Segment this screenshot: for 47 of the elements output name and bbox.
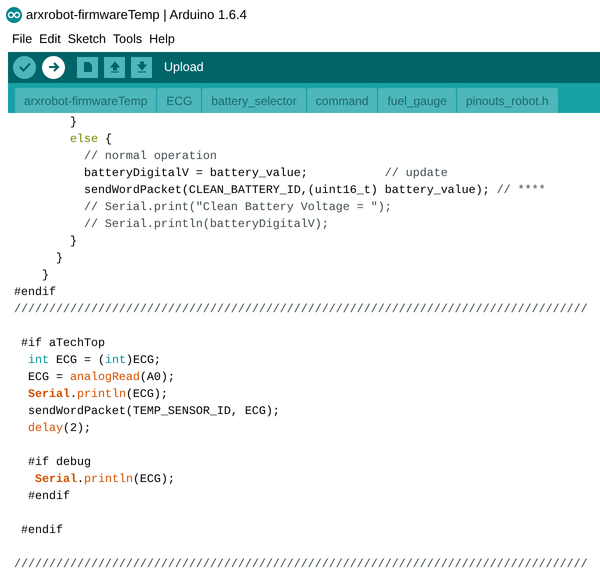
code-line: batteryDigitalV = battery_value; // update [82,165,448,182]
arrow-right-icon [48,62,60,72]
file-tab[interactable]: fuel_gauge [378,88,456,114]
document-icon [82,61,92,74]
menu-item[interactable]: Sketch [68,30,106,50]
arrow-down-icon [136,61,148,74]
window-title: arxrobot-firmwareTemp | Arduino 1.6.4 [26,6,247,24]
file-tab[interactable]: command [306,88,378,114]
code-line: } [68,114,77,132]
verify-button[interactable] [13,56,36,79]
file-tab[interactable]: battery_selector [202,88,306,114]
arrow-up-icon [108,61,120,74]
code-line: #endif [20,522,63,540]
file-tab[interactable]: ECG [157,88,202,114]
code-line: Serial.println(ECG); [34,471,175,488]
new-button[interactable] [77,56,98,78]
menu-item[interactable]: Edit [39,30,61,50]
file-tab[interactable]: arxrobot-firmwareTemp [15,88,156,114]
code-line: delay(2); [26,420,91,438]
code-line: ////////////////////////////////////////////////////////////////////////////////// [14,556,588,573]
code-line: #endif [14,284,56,302]
code-line: } [54,250,63,268]
menu-item[interactable]: File [12,30,32,50]
code-line: } [68,233,77,250]
code-line: ECG = analogRead(A0); [26,369,175,386]
code-line: else { [68,131,112,148]
code-line: ////////////////////////////////////////////////////////////////////////////////// [14,301,588,318]
code-line: int ECG = (int)ECG; [26,352,161,370]
file-tab[interactable]: pinouts_robot.h [456,88,558,114]
code-line: // Serial.println(batteryDigitalV); [82,216,329,234]
open-button[interactable] [104,56,125,78]
app-logo-icon [6,6,22,23]
upload-button[interactable] [42,56,65,79]
code-line: #if debug [26,454,91,472]
menu-item[interactable]: Tools [112,30,142,50]
code-line: sendWordPacket(TEMP_SENSOR_ID, ECG); [26,403,280,420]
code-line: Serial.println(ECG); [26,386,168,404]
code-line: #endif [26,488,70,506]
code-line: #if aTechTop [20,335,105,352]
check-icon [18,62,30,72]
toolbar-hover-label: Upload [164,59,204,76]
menu-item[interactable]: Help [149,30,175,50]
code-line: // normal operation [82,148,217,166]
save-button[interactable] [131,56,152,78]
code-line: } [40,267,49,284]
code-line: sendWordPacket(CLEAN_BATTERY_ID,(uint16_t) battery_value); // **** [82,182,546,200]
code-line: // Serial.print("Clean Battery Voltage = "); [82,199,392,216]
